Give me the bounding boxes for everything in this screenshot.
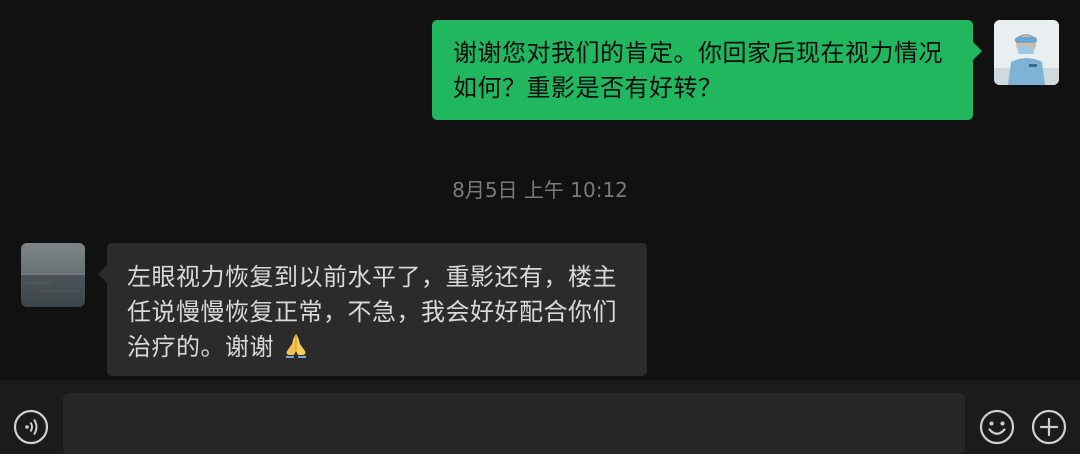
incoming-message-text: 左眼视力恢复到以前水平了，重影还有，楼主任说慢慢恢复正常，不急，我会好好配合你们… [127,263,617,361]
voice-icon [13,409,49,445]
outgoing-message-bubble[interactable]: 谢谢您对我们的肯定。你回家后现在视力情况如何？重影是否有好转？ [432,20,982,120]
avatar-image [21,243,85,307]
more-options-button[interactable] [1031,409,1067,445]
emoji-button[interactable] [979,409,1015,445]
emoji-icon [979,409,1015,445]
incoming-message-bubble[interactable]: 左眼视力恢复到以前水平了，重影还有，楼主任说慢慢恢复正常，不急，我会好好配合你们… [98,243,647,376]
plus-icon [1031,409,1067,445]
contact-avatar[interactable] [21,243,85,307]
message-timestamp: 8月5日 上午 10:12 [452,178,628,202]
chat-area: 谢谢您对我们的肯定。你回家后现在视力情况如何？重影是否有好转？ 8月5日 上午 … [0,0,1080,380]
message-input[interactable] [63,393,965,454]
self-avatar[interactable] [994,20,1059,85]
voice-input-button[interactable] [13,409,49,445]
avatar-image [994,20,1059,85]
outgoing-message-text: 谢谢您对我们的肯定。你回家后现在视力情况如何？重影是否有好转？ [453,39,943,102]
folded-hands-icon [286,334,307,358]
